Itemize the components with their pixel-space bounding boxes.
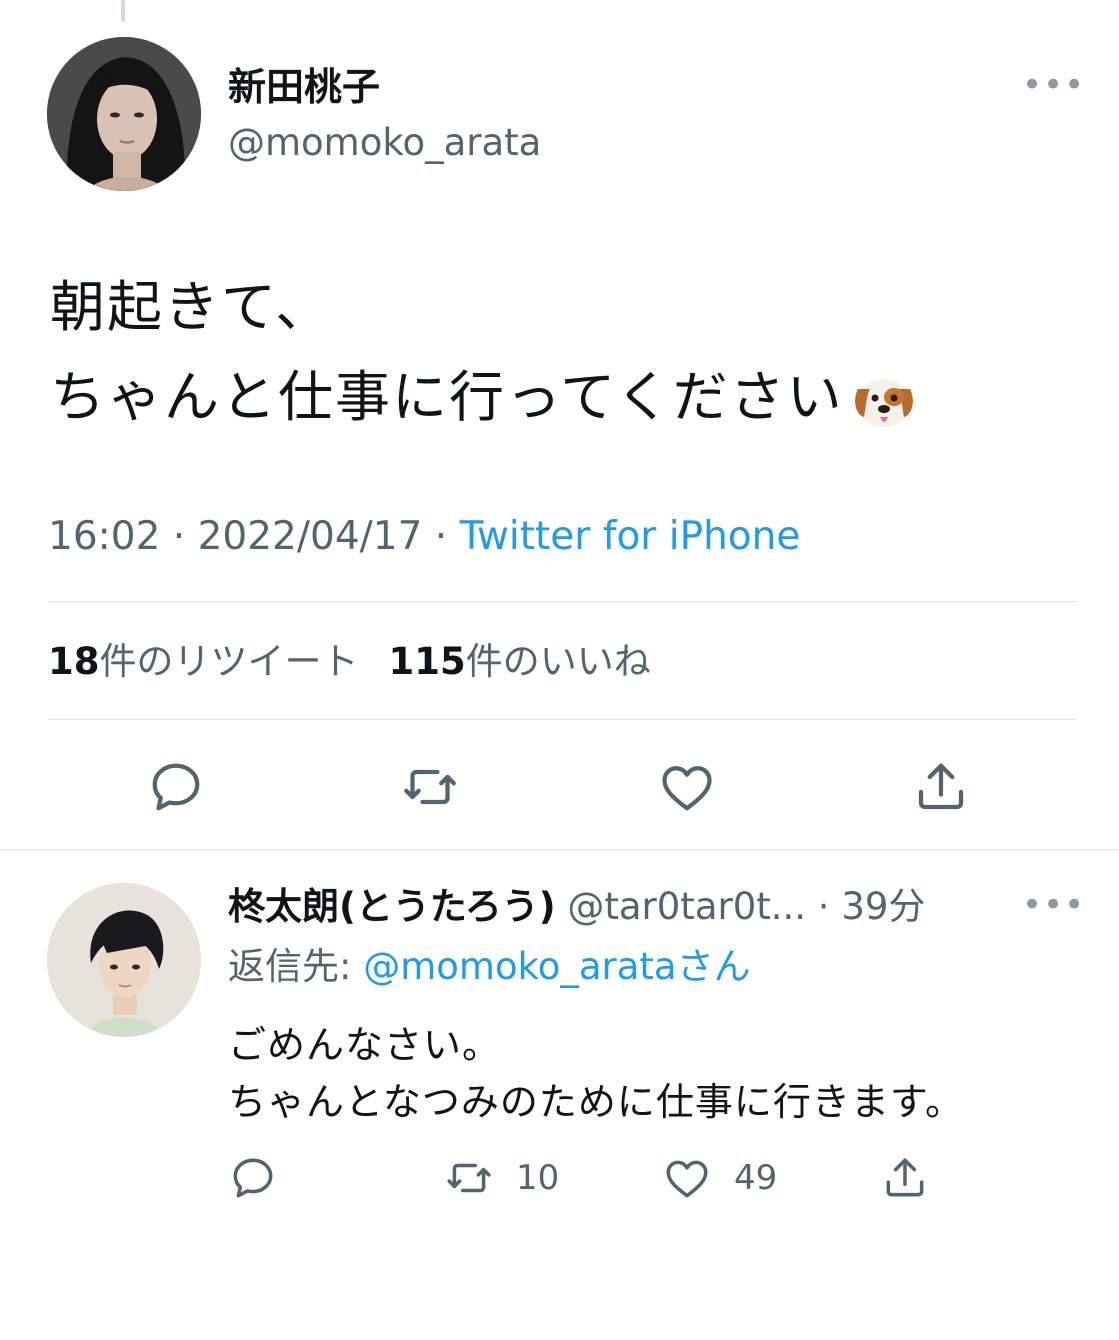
author-handle[interactable]: @momoko_arata bbox=[228, 118, 541, 168]
reply-button[interactable] bbox=[144, 755, 208, 819]
share-button[interactable] bbox=[909, 755, 973, 819]
reply-icon bbox=[233, 1158, 273, 1198]
reply-header: 柊太朗(とうたろう) @tar0tar0t... · 39分 bbox=[228, 882, 1008, 932]
tweet-text-line-1: 朝起きて、 bbox=[50, 275, 333, 339]
reply-like-count: 49 bbox=[734, 1158, 778, 1198]
reply-author-name[interactable]: 柊太朗(とうたろう) bbox=[228, 885, 556, 928]
main-tweet: 新田桃子 @momoko_arata ••• 朝起きて、 ちゃんと仕事に行ってく… bbox=[0, 0, 1119, 850]
reply-retweet-count: 10 bbox=[516, 1158, 560, 1198]
avatar[interactable] bbox=[47, 37, 201, 191]
retweet-stat-label: 件のリツイート bbox=[99, 640, 359, 683]
tweet-text-line-2: ちゃんと仕事に行ってください bbox=[50, 352, 1070, 442]
divider bbox=[48, 601, 1076, 602]
divider bbox=[48, 719, 1076, 720]
tweet-source-link[interactable]: Twitter for iPhone bbox=[460, 514, 801, 559]
like-stat[interactable]: 115件のいいね bbox=[389, 640, 651, 683]
tweet-date[interactable]: 2022/04/17 bbox=[198, 514, 423, 559]
reply-separator: · bbox=[806, 885, 842, 928]
share-icon bbox=[886, 1158, 924, 1197]
reply-text: ごめんなさい。 ちゃんとなつみのために仕事に行きます。 bbox=[228, 1017, 1088, 1131]
tweet-text: 朝起きて、 ちゃんと仕事に行ってください bbox=[50, 262, 1070, 442]
retweet-icon bbox=[404, 769, 456, 805]
like-stat-label: 件のいいね bbox=[465, 640, 651, 683]
meta-separator: · bbox=[160, 514, 198, 559]
reply-timestamp[interactable]: 39分 bbox=[841, 885, 925, 928]
replying-to-label: 返信先: bbox=[228, 945, 364, 988]
tweet-stats: 18件のリツイート 115件のいいね bbox=[48, 637, 651, 687]
avatar-photo bbox=[47, 883, 201, 1037]
reply-reply-button[interactable] bbox=[228, 1150, 278, 1206]
avatar-photo bbox=[47, 37, 201, 191]
tweet-metadata: 16:02 · 2022/04/17 · Twitter for iPhone bbox=[48, 512, 800, 562]
heart-icon bbox=[662, 766, 712, 811]
more-options-icon[interactable]: ••• bbox=[1022, 68, 1084, 102]
reply-author-handle[interactable]: @tar0tar0t... bbox=[567, 885, 806, 928]
retweet-button[interactable] bbox=[398, 755, 462, 819]
dog-face-icon bbox=[854, 378, 913, 427]
replying-to: 返信先: @momoko_arataさん bbox=[228, 942, 751, 992]
retweet-stat[interactable]: 18件のリツイート bbox=[48, 640, 359, 683]
reply-text-line-2: ちゃんとなつみのために仕事に行きます。 bbox=[228, 1080, 965, 1124]
retweet-count: 18 bbox=[48, 640, 100, 683]
tweet-separator bbox=[0, 849, 1119, 850]
like-count: 115 bbox=[388, 640, 466, 683]
reply-avatar[interactable] bbox=[47, 883, 201, 1037]
reply-like-button[interactable]: 49 bbox=[662, 1150, 777, 1206]
reply-retweet-button[interactable]: 10 bbox=[444, 1150, 559, 1206]
tweet-text-line-2-content: ちゃんと仕事に行ってください bbox=[50, 365, 844, 429]
replying-to-mention[interactable]: @momoko_arataさん bbox=[363, 945, 750, 988]
share-icon bbox=[918, 763, 964, 810]
reply-icon bbox=[152, 763, 200, 811]
like-button[interactable] bbox=[655, 755, 719, 819]
more-options-icon[interactable]: ••• bbox=[1022, 888, 1084, 922]
author-name[interactable]: 新田桃子 bbox=[228, 62, 380, 112]
tweet-time[interactable]: 16:02 bbox=[48, 514, 160, 559]
retweet-icon bbox=[447, 1163, 491, 1193]
reply-text-line-1: ごめんなさい。 bbox=[228, 1023, 502, 1067]
meta-separator: · bbox=[422, 514, 460, 559]
reply-share-button[interactable] bbox=[880, 1150, 930, 1206]
heart-icon bbox=[666, 1160, 708, 1198]
